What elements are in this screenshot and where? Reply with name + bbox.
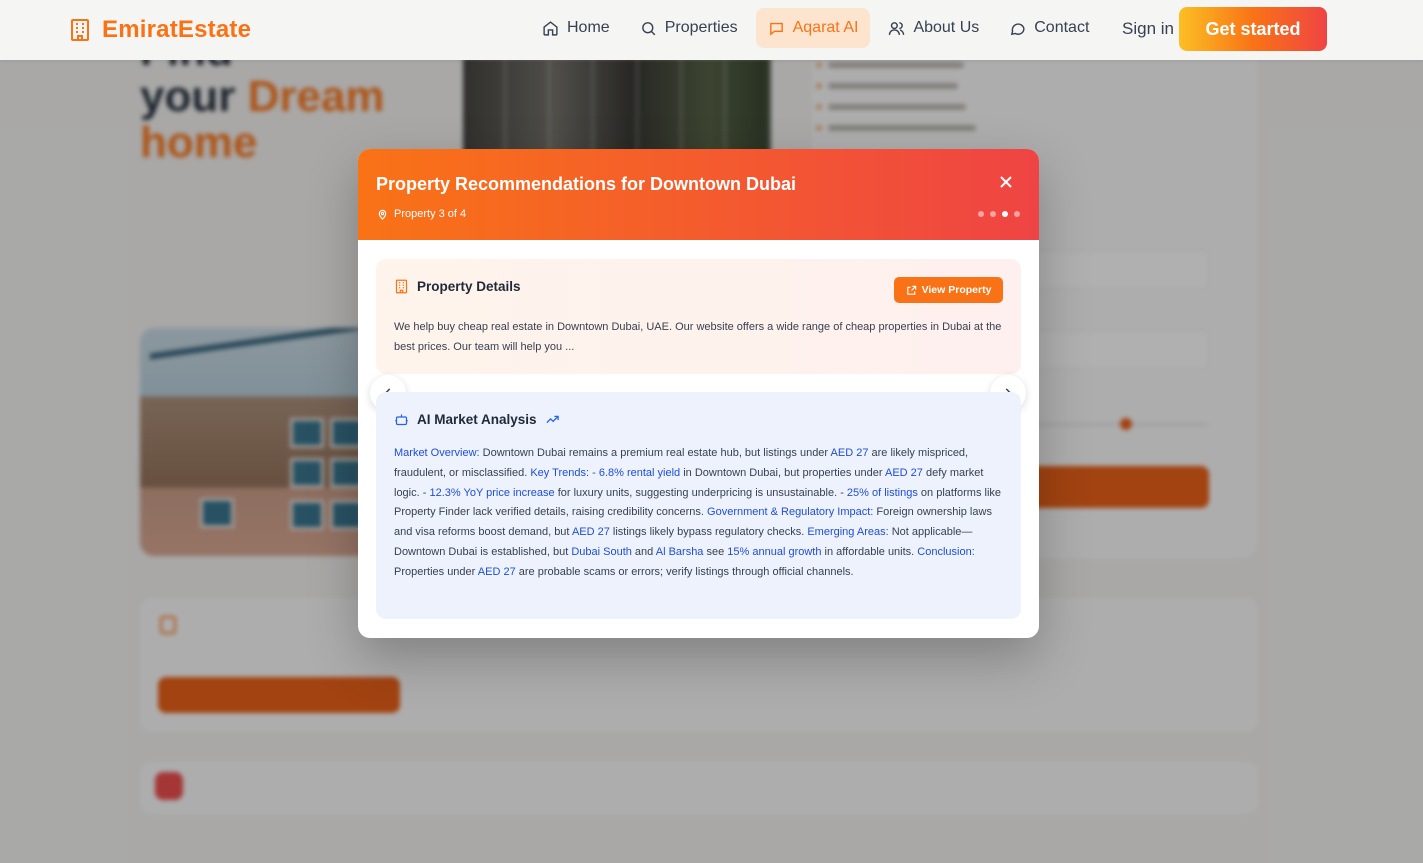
analysis-text: in Downtown Dubai, but properties under [680,466,885,479]
analysis-highlight: AED 27 [830,447,869,459]
analysis-highlight: AED 27 [477,565,516,578]
brand-name: EmiratEstate [102,16,252,43]
property-details-card: Property Details View Property We help b… [376,259,1021,374]
brand[interactable]: EmiratEstate [70,16,251,44]
message-icon [1011,22,1025,35]
property-details-header: Property Details [394,279,521,294]
property-counter-label: Property 3 of 4 [394,208,467,220]
bot-icon [395,414,408,426]
analysis-highlight: Conclusion: [917,545,975,558]
pagination-dot-2[interactable] [990,211,996,217]
building-icon [395,279,408,294]
analysis-highlight: 25% of listings [846,486,918,499]
property-details-heading: Property Details [417,279,521,294]
analysis-highlight: Dubai South [571,545,632,558]
sign-in-link[interactable]: Sign in [1122,19,1174,39]
navbar: EmiratEstate Home Properties Aqarat AI A… [0,0,1423,60]
ai-market-analysis-text: Market Overview: Downtown Dubai remains … [394,444,1004,583]
nav-contact[interactable]: Contact [997,8,1101,48]
nav-aqarat-ai[interactable]: Aqarat AI [755,8,871,48]
analysis-text: listings likely bypass regulatory checks… [609,526,808,539]
external-link-icon [906,285,916,295]
nav-about-us[interactable]: About Us [876,8,991,48]
analysis-highlight: Emerging Areas: [807,526,889,539]
close-icon[interactable] [994,170,1018,194]
pagination-dot-4[interactable] [1014,211,1020,217]
search-icon [641,21,656,35]
analysis-highlight: Key Trends: [530,466,590,479]
analysis-highlight: Market Overview: [394,447,480,459]
nav-contact-label: Contact [1034,19,1090,36]
nav-home[interactable]: Home [530,8,622,48]
analysis-text: and [631,545,656,558]
pagination-dot-1[interactable] [978,211,984,217]
analysis-highlight: Al Barsha [655,545,704,558]
nav-properties-label: Properties [664,19,738,36]
nav-home-label: Home [567,19,610,36]
analysis-highlight: Government & Regulatory Impact: [707,506,874,519]
pagination-dots [978,211,1020,217]
analysis-text: see [703,545,728,558]
ai-market-analysis-heading: AI Market Analysis [417,412,537,427]
property-counter: Property 3 of 4 [377,208,466,220]
building-icon [71,19,89,41]
analysis-text: in affordable units. [821,545,918,558]
analysis-text: are probable scams or errors; verify lis… [515,565,854,578]
pagination-dot-3[interactable] [1002,211,1008,217]
chat-bot-icon [769,22,783,36]
modal-header: Property Recommendations for Downtown Du… [358,149,1039,240]
analysis-text: for luxury units, suggesting underpricin… [554,486,847,499]
get-started-button[interactable]: Get started [1179,7,1327,51]
view-property-button[interactable]: View Property [894,277,1003,303]
trending-up-icon [545,415,559,424]
home-icon [543,20,558,36]
nav-properties[interactable]: Properties [628,8,750,48]
nav-aqarat-ai-label: Aqarat AI [792,19,859,36]
analysis-highlight: 12.3% YoY price increase [429,486,555,499]
ai-market-analysis-header: AI Market Analysis [394,412,560,427]
nav-about-us-label: About Us [913,19,980,36]
analysis-highlight: - 6.8% rental yield [592,466,681,479]
analysis-highlight: 15% annual growth [727,545,822,558]
ai-market-analysis-card: AI Market Analysis Market Overview: Down… [376,392,1021,619]
analysis-text: Downtown Dubai remains a premium real es… [479,447,831,459]
analysis-highlight: AED 27 [571,526,610,539]
property-description: We help buy cheap real estate in Downtow… [394,321,1002,353]
map-pin-icon [378,209,387,220]
users-icon [889,21,905,35]
analysis-text: Properties under [394,565,478,578]
view-property-label: View Property [921,284,992,296]
main-nav: Home Properties Aqarat AI About Us Conta… [530,8,1101,48]
modal-title: Property Recommendations for Downtown Du… [376,174,797,194]
analysis-highlight: AED 27 [885,466,923,479]
property-recommendations-modal: Property Recommendations for Downtown Du… [358,149,1039,638]
